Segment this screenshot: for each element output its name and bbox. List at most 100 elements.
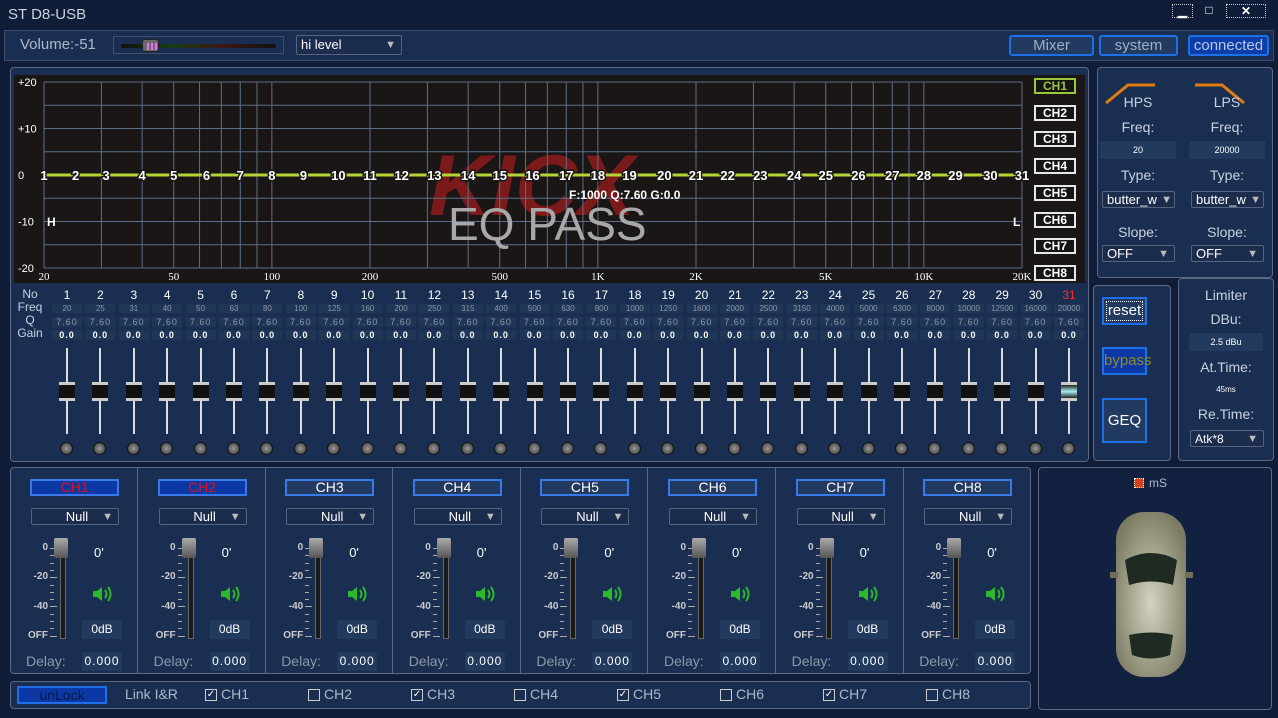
band-knob-icon[interactable] bbox=[694, 442, 708, 455]
strip-phase[interactable]: 0' bbox=[477, 545, 487, 560]
slider-thumb[interactable] bbox=[660, 382, 677, 401]
band-gain-slider[interactable] bbox=[85, 348, 115, 438]
speaker-icon[interactable] bbox=[347, 584, 369, 604]
slider-thumb[interactable] bbox=[693, 382, 710, 401]
band-gain[interactable]: 0.0 bbox=[118, 330, 149, 340]
band-q[interactable]: 7.60 bbox=[319, 317, 350, 327]
band-knob-icon[interactable] bbox=[227, 442, 240, 455]
reset-button[interactable]: reset bbox=[1102, 297, 1147, 325]
band-freq[interactable]: 31 bbox=[118, 304, 149, 313]
band-q[interactable]: 7.60 bbox=[52, 317, 82, 327]
band-gain[interactable]: 0.0 bbox=[452, 330, 483, 340]
band-q[interactable]: 7.60 bbox=[285, 317, 316, 327]
band-freq[interactable]: 4000 bbox=[820, 304, 851, 313]
band-gain[interactable]: 0.0 bbox=[887, 330, 917, 340]
strip-level[interactable]: 0dB bbox=[720, 620, 760, 639]
band-gain-slider[interactable] bbox=[987, 348, 1017, 438]
band-freq[interactable]: 5000 bbox=[853, 304, 884, 313]
link-checkbox-ch8[interactable] bbox=[926, 689, 938, 701]
band-q[interactable]: 7.60 bbox=[118, 317, 149, 327]
band-gain-slider[interactable] bbox=[219, 348, 249, 438]
band-q[interactable]: 7.60 bbox=[753, 317, 784, 327]
speaker-icon[interactable] bbox=[602, 584, 624, 604]
strip-level[interactable]: 0dB bbox=[337, 620, 378, 639]
slider-thumb[interactable] bbox=[894, 382, 910, 401]
band-freq[interactable]: 40 bbox=[152, 304, 183, 313]
band-knob-icon[interactable] bbox=[928, 442, 942, 455]
slider-thumb[interactable] bbox=[59, 382, 75, 401]
speaker-icon[interactable] bbox=[985, 584, 1007, 604]
slider-thumb[interactable] bbox=[326, 382, 343, 401]
slider-thumb[interactable] bbox=[125, 382, 142, 401]
band-gain[interactable]: 0.0 bbox=[820, 330, 851, 340]
strip-channel-button[interactable]: CH3 bbox=[285, 479, 375, 496]
strip-fader-thumb[interactable] bbox=[819, 538, 834, 558]
strip-delay-value[interactable]: 0.000 bbox=[592, 652, 633, 671]
strip-channel-button[interactable]: CH7 bbox=[795, 479, 885, 496]
band-gain[interactable]: 0.0 bbox=[953, 330, 984, 340]
graph-channel-ch6[interactable]: CH6 bbox=[1034, 211, 1076, 228]
band-knob-icon[interactable] bbox=[861, 442, 875, 455]
band-q[interactable]: 7.60 bbox=[853, 317, 884, 327]
graph-channel-ch4[interactable]: CH4 bbox=[1034, 158, 1076, 175]
ms-checkbox[interactable] bbox=[1134, 478, 1144, 488]
strip-level[interactable]: 0dB bbox=[592, 620, 633, 639]
band-gain-slider[interactable] bbox=[787, 348, 817, 438]
band-knob-icon[interactable] bbox=[394, 442, 407, 455]
band-q[interactable]: 7.60 bbox=[252, 317, 283, 327]
graph-channel-ch2[interactable]: CH2 bbox=[1034, 104, 1076, 121]
band-knob-icon[interactable] bbox=[1028, 442, 1042, 455]
band-gain-slider[interactable] bbox=[753, 348, 783, 438]
strip-channel-button[interactable]: CH2 bbox=[157, 479, 247, 496]
band-gain[interactable]: 0.0 bbox=[285, 330, 316, 340]
band-gain[interactable]: 0.0 bbox=[486, 330, 517, 340]
link-checkbox-ch2[interactable] bbox=[308, 689, 320, 701]
strip-fader[interactable] bbox=[187, 545, 194, 639]
band-knob-icon[interactable] bbox=[794, 442, 808, 455]
band-gain[interactable]: 0.0 bbox=[52, 330, 82, 340]
band-gain[interactable]: 0.0 bbox=[786, 330, 817, 340]
band-gain[interactable]: 0.0 bbox=[653, 330, 684, 340]
slider-thumb[interactable] bbox=[927, 382, 944, 401]
geq-button[interactable]: GEQ bbox=[1102, 398, 1147, 443]
slider-thumb[interactable] bbox=[92, 382, 109, 401]
band-gain[interactable]: 0.0 bbox=[219, 330, 249, 340]
band-knob-icon[interactable] bbox=[761, 442, 775, 455]
band-freq[interactable]: 16000 bbox=[1020, 304, 1051, 313]
band-gain[interactable]: 0.0 bbox=[1020, 330, 1051, 340]
strip-level[interactable]: 0dB bbox=[847, 620, 888, 639]
link-checkbox-ch4[interactable] bbox=[514, 689, 526, 701]
band-gain-slider[interactable] bbox=[1021, 348, 1051, 438]
band-q[interactable]: 7.60 bbox=[519, 317, 550, 327]
band-gain[interactable]: 0.0 bbox=[753, 330, 784, 340]
strip-source-select[interactable]: Null ▼ bbox=[796, 508, 885, 525]
slider-thumb[interactable] bbox=[192, 382, 209, 401]
lps-type-select[interactable]: butter_w ▼ bbox=[1191, 191, 1264, 208]
band-freq[interactable]: 1250 bbox=[653, 304, 684, 313]
graph-channel-ch8[interactable]: CH8 bbox=[1034, 264, 1076, 281]
band-knob-icon[interactable] bbox=[561, 442, 574, 455]
strip-level[interactable]: 0dB bbox=[209, 620, 250, 639]
slider-thumb[interactable] bbox=[827, 382, 844, 401]
band-knob-icon[interactable] bbox=[126, 442, 140, 455]
band-gain[interactable]: 0.0 bbox=[185, 330, 216, 340]
strip-channel-button[interactable]: CH1 bbox=[30, 479, 119, 496]
band-knob-icon[interactable] bbox=[828, 442, 842, 455]
band-gain[interactable]: 0.0 bbox=[152, 330, 183, 340]
slider-thumb[interactable] bbox=[994, 382, 1011, 401]
band-freq[interactable]: 2500 bbox=[753, 304, 784, 313]
volume-slider[interactable] bbox=[113, 36, 284, 54]
strip-delay-value[interactable]: 0.000 bbox=[337, 652, 378, 671]
band-freq[interactable]: 10000 bbox=[953, 304, 984, 313]
band-q[interactable]: 7.60 bbox=[1054, 317, 1084, 327]
band-gain[interactable]: 0.0 bbox=[720, 330, 750, 340]
band-gain-slider[interactable] bbox=[486, 348, 516, 438]
band-knob-icon[interactable] bbox=[260, 442, 274, 455]
graph-channel-ch5[interactable]: CH5 bbox=[1034, 184, 1076, 201]
lps-slope-select[interactable]: OFF ▼ bbox=[1191, 245, 1264, 262]
band-gain[interactable]: 0.0 bbox=[519, 330, 550, 340]
band-gain-slider[interactable] bbox=[920, 348, 950, 438]
strip-phase[interactable]: 0' bbox=[604, 545, 614, 560]
strip-source-select[interactable]: Null ▼ bbox=[541, 508, 630, 525]
strip-fader[interactable] bbox=[953, 545, 960, 639]
